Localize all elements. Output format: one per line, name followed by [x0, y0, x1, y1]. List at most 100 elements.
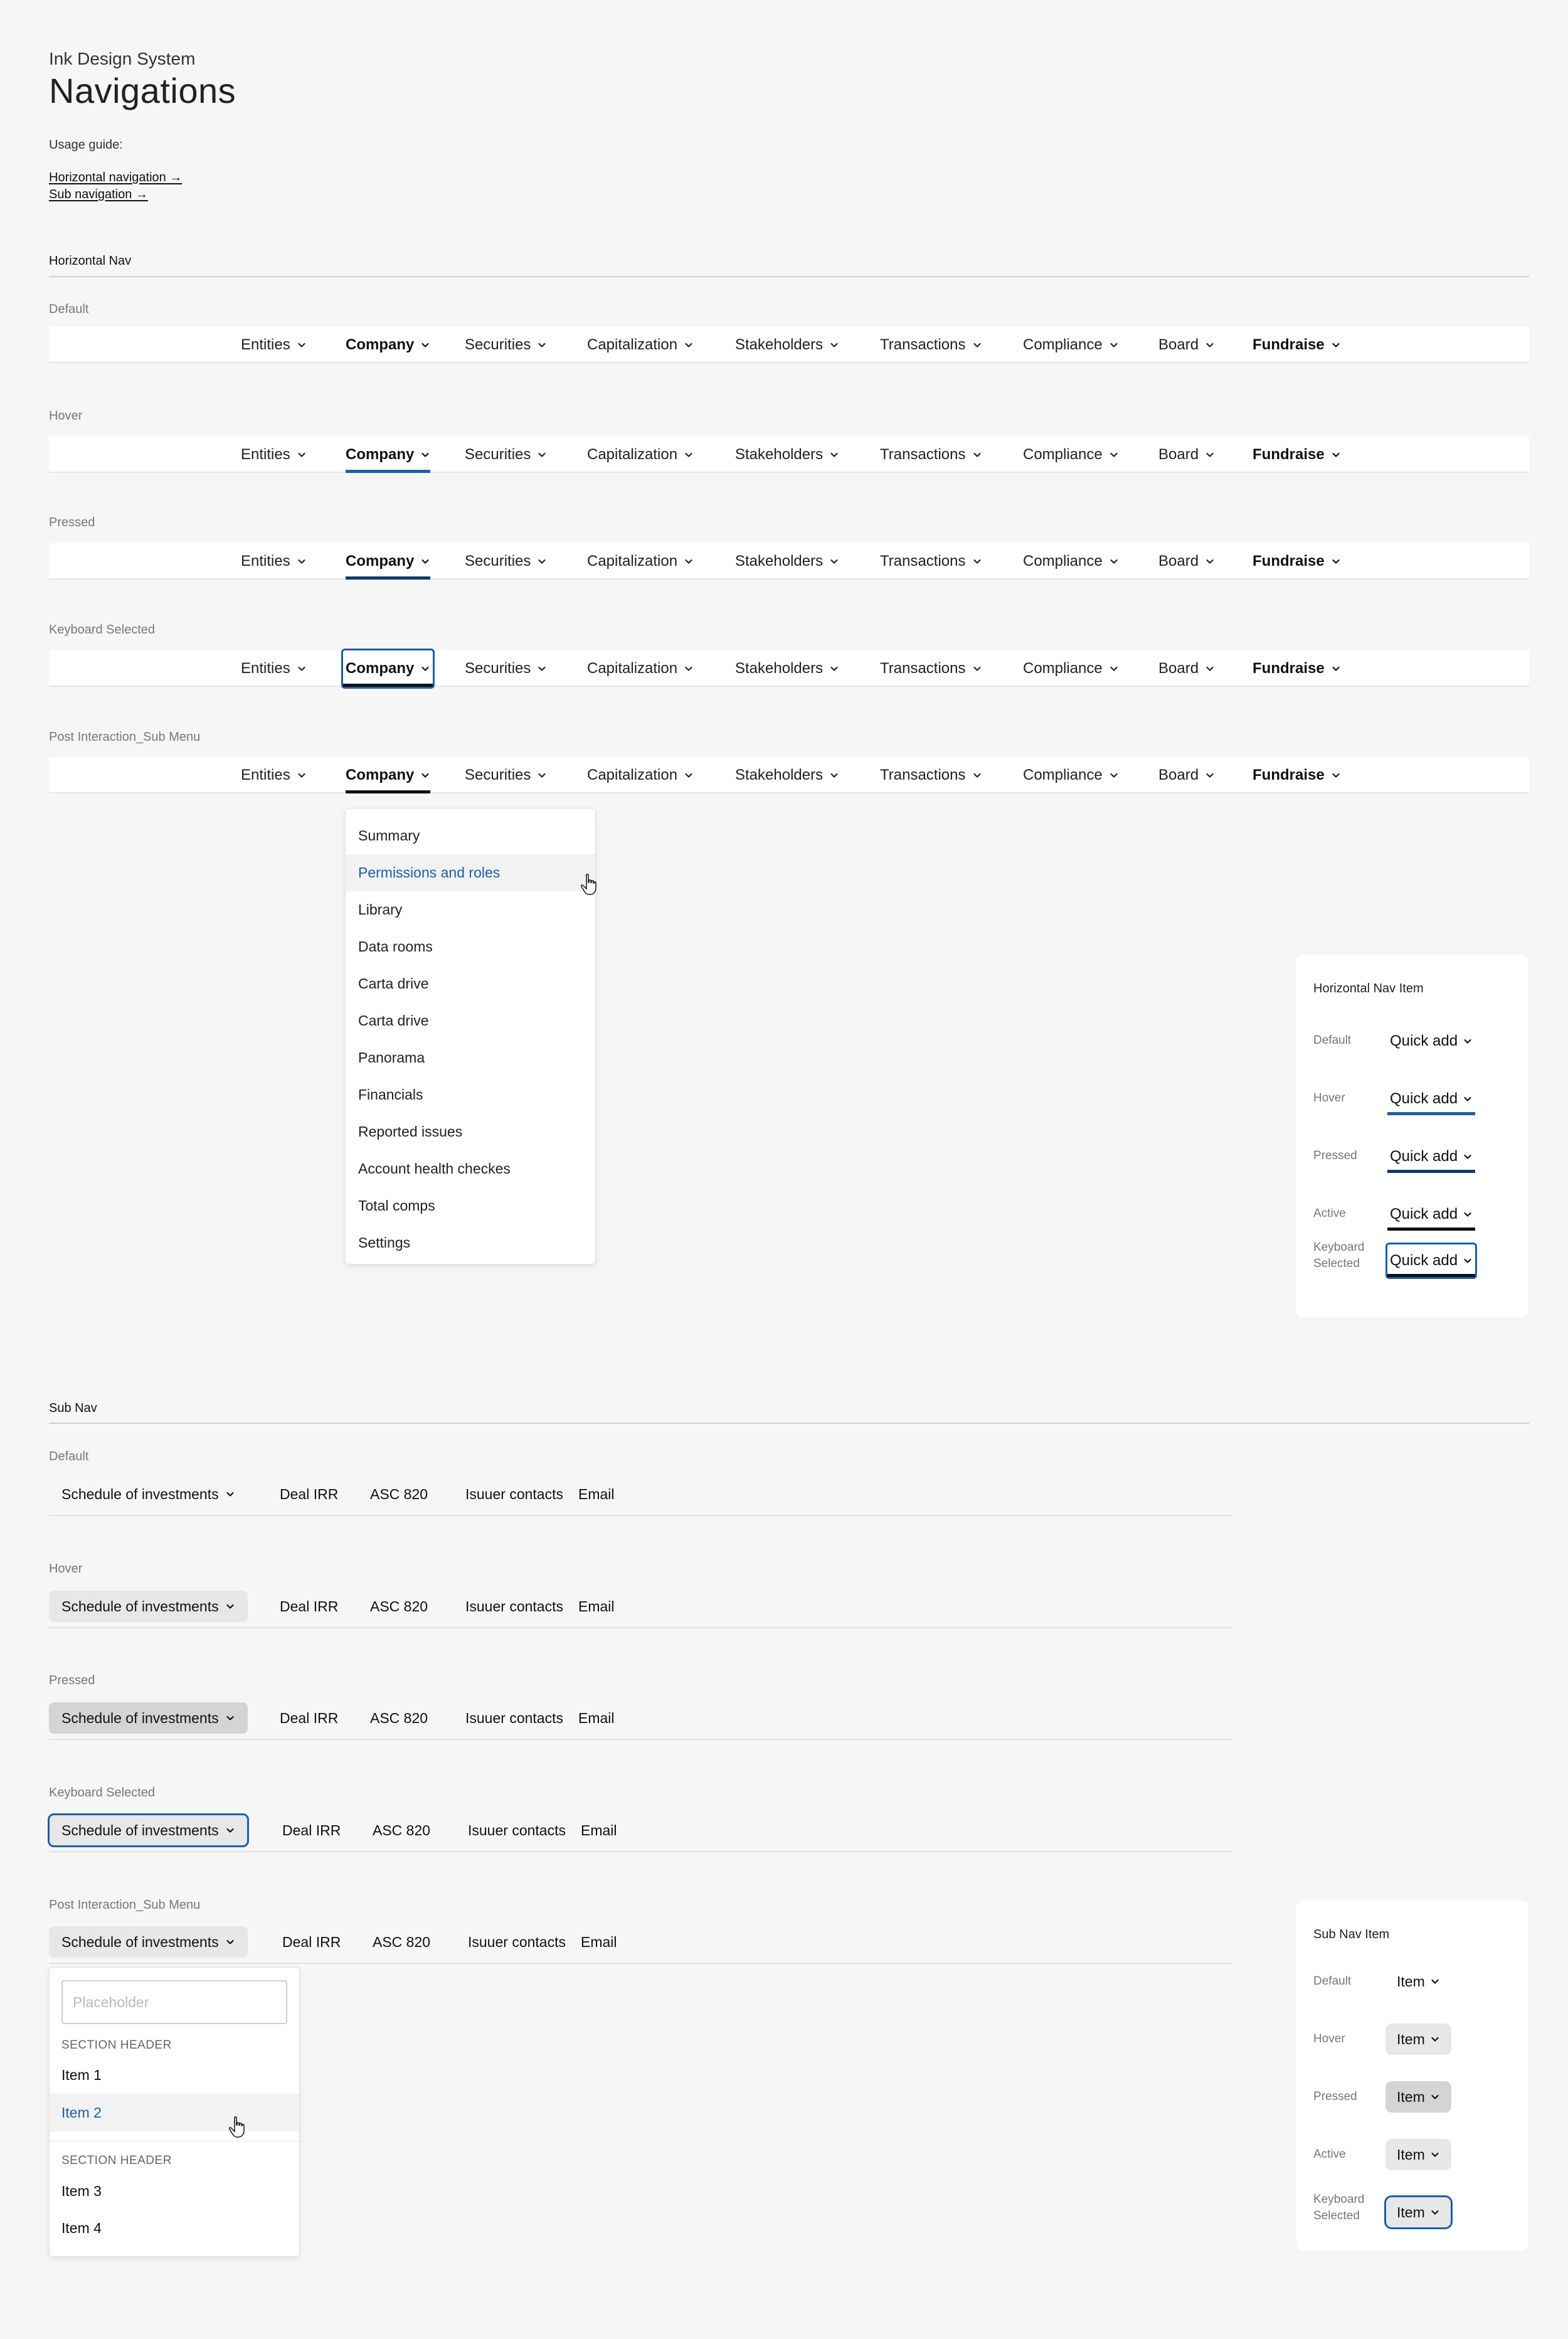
quick-add-nav-item[interactable]: Quick add [1387, 1198, 1476, 1231]
nav-item-compliance[interactable]: Compliance [1023, 327, 1119, 363]
nav-item-fundraise[interactable]: Fundraise [1253, 650, 1341, 687]
nav-item-fundraise[interactable]: Fundraise [1253, 327, 1341, 363]
nav-item-company[interactable]: Company [346, 437, 431, 473]
sub-nav-item-isuuer-contacts[interactable]: Isuuer contacts [453, 1702, 576, 1734]
sub-nav-item-schedule-of-investments[interactable]: Schedule of investments [49, 1926, 248, 1958]
sub-nav-item-schedule-of-investments[interactable]: Schedule of investments [48, 1813, 249, 1847]
sub-nav-item-isuuer-contacts[interactable]: Isuuer contacts [453, 1591, 576, 1622]
nav-item-company[interactable]: Company [346, 543, 431, 580]
nav-item-stakeholders[interactable]: Stakeholders [735, 543, 839, 580]
sub-navigation-link[interactable]: Sub navigation → [49, 188, 148, 202]
sub-nav-item-asc-820[interactable]: ASC 820 [360, 1815, 443, 1846]
nav-item-stakeholders[interactable]: Stakeholders [735, 650, 839, 687]
quick-add-nav-item[interactable]: Quick add [1385, 1243, 1478, 1279]
menu-item-carta-drive[interactable]: Carta drive [346, 1002, 595, 1039]
nav-item-stakeholders[interactable]: Stakeholders [735, 327, 839, 363]
nav-item-transactions[interactable]: Transactions [880, 543, 982, 580]
nav-item-capitalization[interactable]: Capitalization [587, 327, 694, 363]
menu-item-financials[interactable]: Financials [346, 1076, 595, 1113]
nav-item-board[interactable]: Board [1158, 543, 1215, 580]
sub-nav-item-asc-820[interactable]: ASC 820 [358, 1702, 440, 1734]
nav-item-compliance[interactable]: Compliance [1023, 437, 1119, 473]
nav-item-stakeholders[interactable]: Stakeholders [735, 437, 839, 473]
nav-item-transactions[interactable]: Transactions [880, 650, 982, 687]
menu-item-summary[interactable]: Summary [346, 817, 595, 854]
nav-item-entities[interactable]: Entities [241, 543, 307, 580]
nav-item-fundraise[interactable]: Fundraise [1253, 757, 1341, 793]
nav-item-board[interactable]: Board [1158, 650, 1215, 687]
submenu-item-3[interactable]: Item 3 [50, 2172, 299, 2210]
sub-nav-item-email[interactable]: Email [568, 1815, 630, 1846]
nav-item-entities[interactable]: Entities [241, 437, 307, 473]
quick-add-nav-item[interactable]: Quick add [1387, 1083, 1476, 1115]
nav-item-entities[interactable]: Entities [241, 757, 307, 793]
menu-item-reported-issues[interactable]: Reported issues [346, 1113, 595, 1150]
nav-item-transactions[interactable]: Transactions [880, 757, 982, 793]
sub-nav-item-deal-irr[interactable]: Deal IRR [267, 1702, 351, 1734]
sub-nav-item-schedule-of-investments[interactable]: Schedule of investments [49, 1702, 248, 1734]
sub-nav-item-asc-820[interactable]: ASC 820 [358, 1478, 440, 1510]
menu-item-account-health-checkes[interactable]: Account health checkes [346, 1150, 595, 1187]
sub-nav-item-isuuer-contacts[interactable]: Isuuer contacts [455, 1926, 578, 1958]
nav-item-transactions[interactable]: Transactions [880, 327, 982, 363]
sub-nav-item-chip[interactable]: Item [1385, 1966, 1451, 1997]
submenu-search-input[interactable] [61, 1980, 287, 2024]
quick-add-nav-item[interactable]: Quick add [1387, 1025, 1475, 1058]
nav-item-securities[interactable]: Securities [465, 543, 547, 580]
nav-item-compliance[interactable]: Compliance [1023, 543, 1119, 580]
sub-nav-item-email[interactable]: Email [566, 1702, 627, 1734]
nav-item-capitalization[interactable]: Capitalization [587, 543, 694, 580]
nav-item-transactions[interactable]: Transactions [880, 437, 982, 473]
sub-nav-item-label: Schedule of investments [61, 1933, 219, 1950]
nav-item-capitalization[interactable]: Capitalization [587, 650, 694, 687]
nav-item-securities[interactable]: Securities [465, 650, 547, 687]
nav-item-company[interactable]: Company [341, 649, 435, 689]
nav-item-compliance[interactable]: Compliance [1023, 650, 1119, 687]
nav-item-company[interactable]: Company [346, 327, 430, 363]
sub-nav-item-email[interactable]: Email [566, 1591, 627, 1622]
menu-item-carta-drive[interactable]: Carta drive [346, 965, 595, 1002]
horizontal-navigation-link[interactable]: Horizontal navigation → [49, 171, 182, 185]
sub-nav-item-deal-irr[interactable]: Deal IRR [267, 1478, 351, 1510]
nav-item-securities[interactable]: Securities [465, 437, 547, 473]
menu-item-settings[interactable]: Settings [346, 1224, 595, 1261]
sub-nav-item-deal-irr[interactable]: Deal IRR [270, 1926, 353, 1958]
nav-item-fundraise[interactable]: Fundraise [1253, 543, 1341, 580]
sub-nav-item-chip[interactable]: Item [1385, 2081, 1451, 2113]
menu-item-library[interactable]: Library [346, 891, 595, 928]
sub-nav-item-email[interactable]: Email [566, 1478, 627, 1510]
sub-nav-item-deal-irr[interactable]: Deal IRR [267, 1591, 351, 1622]
nav-item-company[interactable]: Company [346, 757, 431, 793]
sub-nav-item-isuuer-contacts[interactable]: Isuuer contacts [453, 1478, 576, 1510]
sub-nav-item-chip[interactable]: Item [1384, 2195, 1453, 2229]
menu-item-panorama[interactable]: Panorama [346, 1039, 595, 1076]
quick-add-nav-item[interactable]: Quick add [1387, 1140, 1476, 1173]
nav-item-stakeholders[interactable]: Stakeholders [735, 757, 839, 793]
nav-item-securities[interactable]: Securities [465, 757, 547, 793]
menu-item-total-comps[interactable]: Total comps [346, 1187, 595, 1224]
menu-item-permissions-and-roles[interactable]: Permissions and roles [346, 854, 595, 891]
nav-item-securities[interactable]: Securities [465, 327, 547, 363]
nav-item-entities[interactable]: Entities [241, 327, 307, 363]
sub-nav-item-asc-820[interactable]: ASC 820 [358, 1591, 440, 1622]
sub-nav-item-schedule-of-investments[interactable]: Schedule of investments [49, 1591, 248, 1622]
menu-item-data-rooms[interactable]: Data rooms [346, 928, 595, 965]
nav-item-board[interactable]: Board [1158, 757, 1215, 793]
sub-nav-item-chip[interactable]: Item [1385, 2139, 1451, 2170]
nav-item-compliance[interactable]: Compliance [1023, 757, 1119, 793]
submenu-item-1[interactable]: Item 1 [50, 2056, 299, 2094]
nav-item-capitalization[interactable]: Capitalization [587, 757, 694, 793]
sub-nav-item-deal-irr[interactable]: Deal IRR [270, 1815, 353, 1846]
nav-item-fundraise[interactable]: Fundraise [1253, 437, 1341, 473]
sub-nav-item-asc-820[interactable]: ASC 820 [360, 1926, 443, 1958]
nav-item-entities[interactable]: Entities [241, 650, 307, 687]
sub-nav-item-schedule-of-investments[interactable]: Schedule of investments [49, 1478, 248, 1510]
submenu-item-4[interactable]: Item 4 [50, 2209, 299, 2247]
submenu-item-2[interactable]: Item 2 [50, 2094, 299, 2131]
nav-item-board[interactable]: Board [1158, 327, 1215, 363]
sub-nav-item-isuuer-contacts[interactable]: Isuuer contacts [455, 1815, 578, 1846]
sub-nav-item-chip[interactable]: Item [1385, 2023, 1451, 2055]
nav-item-board[interactable]: Board [1158, 437, 1215, 473]
nav-item-capitalization[interactable]: Capitalization [587, 437, 694, 473]
sub-nav-item-email[interactable]: Email [568, 1926, 630, 1958]
